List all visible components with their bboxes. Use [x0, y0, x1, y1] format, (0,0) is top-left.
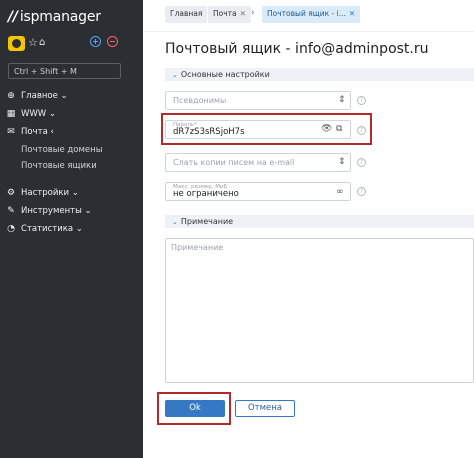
bank-icon[interactable]: ⌂: [39, 37, 45, 48]
maxsize-value: не ограничено: [173, 189, 239, 199]
sidebar-item-tools[interactable]: ✎ Инструменты ⌄: [0, 203, 143, 221]
sidebar-toolbar: ☆ ⌂: [8, 36, 135, 52]
note-textarea[interactable]: Примечание: [165, 238, 474, 383]
tools-icon: ✎: [7, 206, 15, 216]
chevron-down-icon: ⌄: [84, 206, 92, 216]
tab-bar: Главная Почта ✕ › Почтовый ящик - i... ✕: [143, 0, 474, 32]
help-icon[interactable]: ?: [357, 96, 366, 105]
sidebar-item-mail[interactable]: ✉ Почта ‹: [0, 124, 143, 142]
logo[interactable]: //ispmanager: [8, 9, 101, 25]
sidebar-item-mail-domains[interactable]: Почтовые домены: [0, 142, 143, 158]
logo-mark: //: [8, 9, 18, 25]
chevron-down-icon: ⌄: [48, 109, 57, 119]
chevron-down-icon: ⌄: [172, 218, 178, 226]
tab-label: Почта: [213, 9, 237, 18]
aliases-placeholder: Псевдонимы: [173, 96, 227, 105]
help-icon[interactable]: ?: [357, 187, 366, 196]
add-icon[interactable]: [90, 36, 101, 47]
maxsize-field[interactable]: Макс. размер, МиБ не ограничено ∞: [165, 182, 351, 201]
sort-icon[interactable]: ⇕: [338, 157, 346, 167]
tab-home[interactable]: Главная: [165, 6, 208, 23]
search-input[interactable]: Ctrl + Shift + M: [8, 63, 121, 79]
ok-button[interactable]: Ok: [165, 400, 225, 417]
main-content: Главная Почта ✕ › Почтовый ящик - i... ✕ П…: [143, 0, 474, 458]
sidebar-item-label: Настройки: [21, 188, 70, 198]
sidebar-item-label: Почта: [21, 127, 48, 137]
infinity-icon[interactable]: ∞: [336, 187, 344, 197]
chevron-left-icon: ‹: [50, 127, 54, 137]
chevron-down-icon: ⌄: [60, 91, 68, 101]
sidebar-item-label: Статистика: [21, 224, 74, 234]
section-title: Примечание: [180, 217, 234, 226]
tab-mailbox[interactable]: Почтовый ящик - i... ✕: [262, 6, 361, 23]
tab-label: Почтовый ящик - i...: [267, 9, 346, 18]
chevron-down-icon: ⌄: [75, 224, 83, 234]
section-main-settings[interactable]: ⌄ Основные настройки: [165, 68, 474, 81]
section-title: Основные настройки: [180, 70, 270, 79]
globe-icon: ⊕: [7, 91, 15, 101]
sidebar-item-label: WWW: [21, 109, 47, 119]
password-field[interactable]: Пароль* dR7zS3sRSjoH7s 👁 ⧉: [165, 120, 351, 139]
section-note[interactable]: ⌄ Примечание: [165, 215, 474, 228]
star-icon[interactable]: ☆: [28, 36, 38, 49]
sidebar-item-label: Инструменты: [21, 206, 82, 216]
aliases-field[interactable]: Псевдонимы ⇕: [165, 91, 351, 110]
www-icon: ▦: [6, 109, 16, 119]
sidebar-item-www[interactable]: ▦ WWW ⌄: [0, 106, 143, 124]
tab-mail[interactable]: Почта ✕: [208, 6, 251, 23]
remove-icon[interactable]: [107, 36, 118, 47]
logo-text: ispmanager: [19, 9, 101, 25]
settings-icon: ⚙: [6, 188, 16, 198]
sort-icon[interactable]: ⇕: [338, 95, 346, 105]
sidebar-item-label: Главное: [21, 91, 58, 101]
sidebar-item-stats[interactable]: ◔ Статистика ⌄: [0, 221, 143, 239]
page-title: Почтовый ящик - info@adminpost.ru: [165, 41, 429, 57]
chevron-down-icon: ⌄: [71, 188, 79, 198]
stats-icon: ◔: [7, 224, 15, 234]
note-placeholder: Примечание: [171, 243, 224, 252]
sidebar-item-settings[interactable]: ⚙ Настройки ⌄: [0, 185, 143, 203]
copies-placeholder: Слать копии писем на e-mail: [173, 158, 295, 167]
mail-icon: ✉: [7, 127, 15, 137]
cancel-button[interactable]: Отмена: [235, 400, 295, 417]
avatar[interactable]: [8, 36, 25, 51]
eye-icon[interactable]: 👁: [321, 124, 332, 134]
tab-label: Главная: [170, 9, 203, 18]
chevron-down-icon: ⌄: [172, 71, 178, 79]
help-icon[interactable]: ?: [357, 158, 366, 167]
sidebar-nav: ⊕ Главное ⌄ ▦ WWW ⌄ ✉ Почта ‹ Почтовые д…: [0, 88, 143, 239]
sidebar-item-mailboxes[interactable]: Почтовые ящики: [0, 158, 143, 174]
close-icon[interactable]: ✕: [240, 9, 246, 18]
copies-email-field[interactable]: Слать копии писем на e-mail ⇕: [165, 153, 351, 172]
close-icon[interactable]: ✕: [349, 9, 355, 18]
copy-icon[interactable]: ⧉: [336, 124, 342, 134]
sidebar-item-main[interactable]: ⊕ Главное ⌄: [0, 88, 143, 106]
help-icon[interactable]: ?: [357, 126, 366, 135]
chevron-right-icon: ›: [251, 8, 255, 18]
sidebar: //ispmanager ☆ ⌂ Ctrl + Shift + M ⊕ Глав…: [0, 0, 143, 458]
password-value: dR7zS3sRSjoH7s: [173, 127, 245, 137]
